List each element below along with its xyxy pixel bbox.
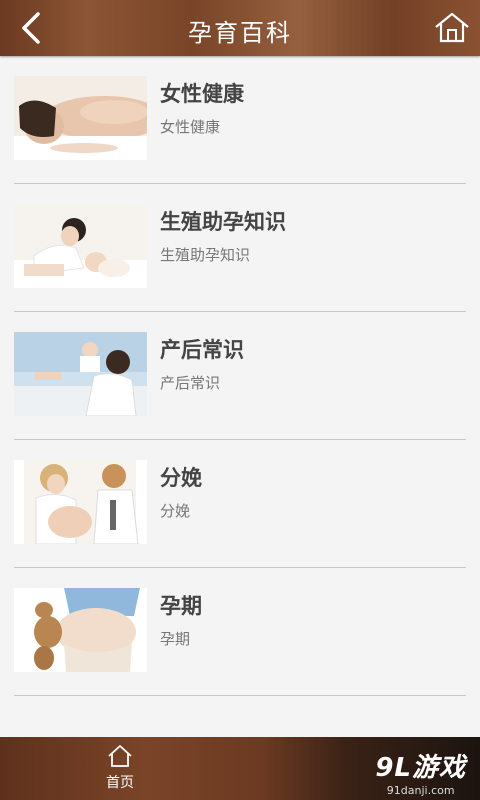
bottom-tab-home[interactable]: 首页 bbox=[90, 737, 150, 800]
watermark-logo: 9L游戏 91danji.com bbox=[375, 747, 466, 797]
page-title: 孕育百科 bbox=[188, 19, 292, 47]
list-item-womens-health[interactable]: 女性健康 女性健康 bbox=[14, 56, 466, 184]
item-title: 生殖助孕知识 bbox=[160, 210, 286, 234]
watermark-brand: 9L游戏 bbox=[375, 753, 466, 783]
fertility-thumbnail bbox=[14, 204, 147, 288]
item-subtitle: 孕期 bbox=[160, 630, 191, 648]
watermark-site: 91danji.com bbox=[386, 784, 455, 797]
list-item-postpartum[interactable]: 产后常识 产后常识 bbox=[14, 312, 466, 440]
item-subtitle: 女性健康 bbox=[160, 118, 221, 136]
item-title: 产后常识 bbox=[160, 338, 244, 362]
home-button[interactable] bbox=[434, 12, 470, 44]
top-app-bar: 孕育百科 bbox=[0, 0, 480, 56]
category-list: 女性健康 女性健康 生殖助孕知识 生殖助孕知识 产后常识 产后常识 分娩 分娩 … bbox=[0, 56, 480, 696]
item-title: 分娩 bbox=[160, 466, 202, 490]
item-title: 孕期 bbox=[160, 594, 202, 618]
item-subtitle: 生殖助孕知识 bbox=[160, 246, 251, 264]
home-icon bbox=[435, 12, 469, 43]
childbirth-thumbnail bbox=[14, 460, 147, 544]
bottom-nav-bar: 首页 9L游戏 91danji.com bbox=[0, 737, 480, 800]
list-item-pregnancy[interactable]: 孕期 孕期 bbox=[14, 568, 466, 696]
item-subtitle: 产后常识 bbox=[160, 374, 221, 392]
postpartum-thumbnail bbox=[14, 332, 147, 416]
item-title: 女性健康 bbox=[160, 82, 244, 106]
pregnancy-thumbnail bbox=[14, 588, 147, 672]
womens-health-thumbnail bbox=[14, 76, 147, 160]
list-item-fertility[interactable]: 生殖助孕知识 生殖助孕知识 bbox=[14, 184, 466, 312]
bottom-tab-home-label: 首页 bbox=[106, 775, 134, 791]
item-subtitle: 分娩 bbox=[160, 502, 191, 520]
list-item-childbirth[interactable]: 分娩 分娩 bbox=[14, 440, 466, 568]
home-icon bbox=[108, 745, 132, 767]
